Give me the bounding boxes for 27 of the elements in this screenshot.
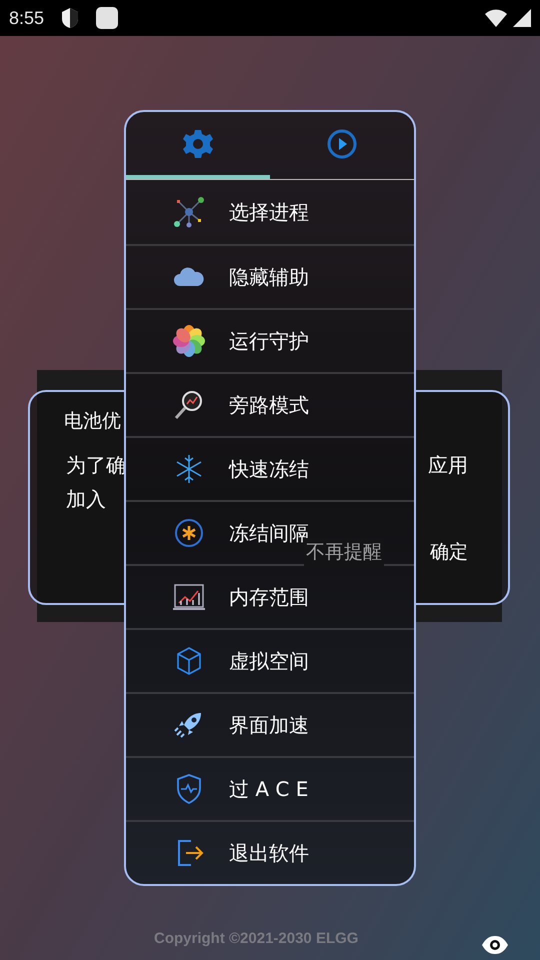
confirm-button[interactable]: 确定 xyxy=(430,538,468,566)
menu-item[interactable]: 过 A C E xyxy=(126,756,414,820)
flower-icon xyxy=(171,323,207,359)
menu-item[interactable]: 隐藏辅助 xyxy=(126,244,414,308)
dont-remind-button[interactable]: 不再提醒 xyxy=(304,538,384,566)
menu-item[interactable]: 选择进程 xyxy=(126,180,414,244)
eye-icon xyxy=(481,935,509,955)
menu-item[interactable]: 虚拟空间 xyxy=(126,628,414,692)
copyright-text: Copyright ©2021-2030 ELGG xyxy=(154,929,358,949)
network-nodes-icon xyxy=(171,194,207,230)
dialog-title: 电池优 xyxy=(64,409,121,434)
dialog-message: 应用 xyxy=(428,452,468,479)
settings-icon xyxy=(182,128,214,160)
shield-logo-icon xyxy=(60,7,80,29)
menu-item[interactable]: 旁路模式 xyxy=(126,372,414,436)
signal-icon xyxy=(513,9,531,27)
menu-item[interactable]: 界面加速 xyxy=(126,692,414,756)
menu-item[interactable]: 内存范围 xyxy=(126,564,414,628)
play-icon xyxy=(326,128,358,160)
menu-item[interactable]: 退出软件 xyxy=(126,820,414,884)
menu-item[interactable]: 运行守护 xyxy=(126,308,414,372)
dialog-message: 为了确 xyxy=(66,452,126,479)
notification-icon xyxy=(96,7,118,29)
status-time: 8:55 xyxy=(9,6,44,30)
menu-item[interactable]: 快速冻结 xyxy=(126,436,414,500)
dialog-message: 加入 xyxy=(66,486,106,513)
wifi-icon xyxy=(485,9,507,27)
